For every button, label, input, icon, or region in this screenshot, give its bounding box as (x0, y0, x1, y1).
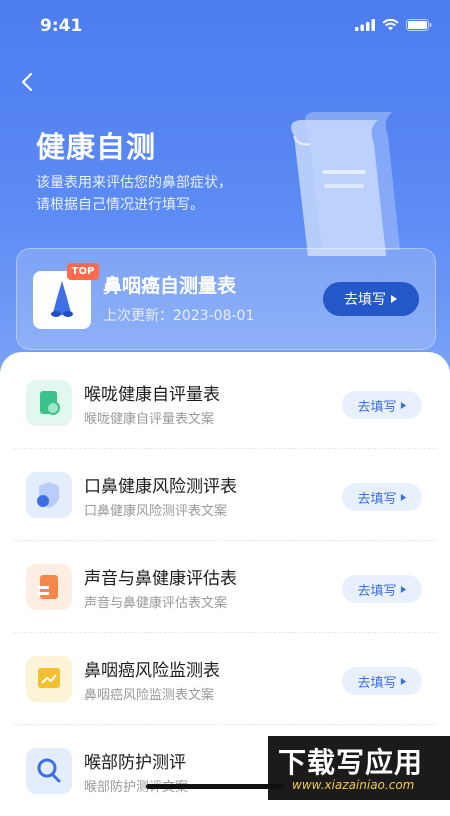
status-time: 9:41 (40, 16, 83, 36)
throat-doc-icon (26, 380, 72, 426)
fill-button[interactable]: 去填写 (342, 391, 422, 419)
list-item[interactable]: 口鼻健康风险测评表 口鼻健康风险测评表文案 去填写 (14, 448, 436, 541)
page-title: 健康自测 (36, 130, 157, 164)
updated-label: 上次更新： (103, 308, 173, 324)
list-item[interactable]: 鼻咽癌风险监测表 鼻咽癌风险监测表文案 去填写 (14, 632, 436, 725)
home-indicator[interactable] (146, 784, 284, 789)
updated-date: 2023-08-01 (173, 308, 255, 324)
list-item-title: 喉部防护测评 (84, 753, 186, 773)
hero-header: 9:41 健康自测 该量表用来评估您的鼻部症状， 请根据自己情况进行填写。 TO… (0, 0, 450, 400)
watermark-text: 下载写应用 (278, 746, 424, 779)
mouth-nose-shield-icon (26, 472, 72, 518)
fill-button-label: 去填写 (357, 399, 397, 415)
cellular-signal-icon (355, 19, 375, 31)
list-item[interactable]: 声音与鼻健康评估表 声音与鼻健康评估表文案 去填写 (14, 540, 436, 633)
featured-updated: 上次更新：2023-08-01 (103, 305, 254, 325)
list-item-desc: 声音与鼻健康评估表文案 (84, 596, 228, 611)
throat-search-icon (26, 748, 72, 794)
list-item-title: 声音与鼻健康评估表 (84, 569, 237, 589)
battery-icon (406, 19, 432, 31)
risk-chart-icon (26, 656, 72, 702)
list-item-desc: 喉咙健康自评量表文案 (84, 412, 215, 427)
subtitle-line-2: 请根据自己情况进行填写。 (36, 197, 204, 213)
fill-button[interactable]: 去填写 (342, 483, 422, 511)
status-icons (355, 19, 432, 31)
play-arrow-icon (400, 493, 406, 501)
subtitle-line-1: 该量表用来评估您的鼻部症状， (36, 175, 232, 191)
top-badge: TOP (67, 263, 99, 280)
voice-doc-icon (26, 564, 72, 610)
fill-button[interactable]: 去填写 (342, 575, 422, 603)
play-arrow-icon (391, 295, 397, 303)
document-illustration (291, 112, 400, 256)
back-arrow-icon[interactable] (16, 70, 40, 94)
fill-button-label: 去填写 (357, 583, 397, 599)
fill-button-label: 去填写 (357, 491, 397, 507)
featured-title: 鼻咽癌自测量表 (103, 275, 237, 297)
list-item-title: 口鼻健康风险测评表 (84, 477, 237, 497)
wifi-icon (382, 19, 399, 31)
list-item-desc: 口鼻健康风险测评表文案 (84, 504, 228, 519)
watermark-domain: www.xiazainiao.com (292, 778, 415, 792)
play-arrow-icon (400, 401, 406, 409)
fill-button[interactable]: 去填写 (342, 667, 422, 695)
questionnaire-list: 喉咙健康自评量表 喉咙健康自评量表文案 去填写 口鼻健康风险测评表 口鼻健康风险… (0, 352, 450, 800)
fill-button-label: 去填写 (357, 675, 397, 691)
page-subtitle: 该量表用来评估您的鼻部症状， 请根据自己情况进行填写。 (36, 172, 286, 216)
play-arrow-icon (400, 585, 406, 593)
list-item-title: 鼻咽癌风险监测表 (84, 661, 220, 681)
list-item-title: 喉咙健康自评量表 (84, 385, 220, 405)
featured-fill-button[interactable]: 去填写 (323, 282, 419, 316)
status-bar: 9:41 (0, 0, 450, 54)
list-item-desc: 鼻咽癌风险监测表文案 (84, 688, 215, 703)
featured-card[interactable]: TOP 鼻咽癌自测量表 上次更新：2023-08-01 去填写 (16, 248, 436, 350)
site-watermark: 下载写应用 www.xiazainiao.com (268, 736, 450, 800)
featured-fill-button-label: 去填写 (344, 292, 386, 308)
list-item[interactable]: 喉咙健康自评量表 喉咙健康自评量表文案 去填写 (14, 356, 436, 449)
play-arrow-icon (400, 677, 406, 685)
